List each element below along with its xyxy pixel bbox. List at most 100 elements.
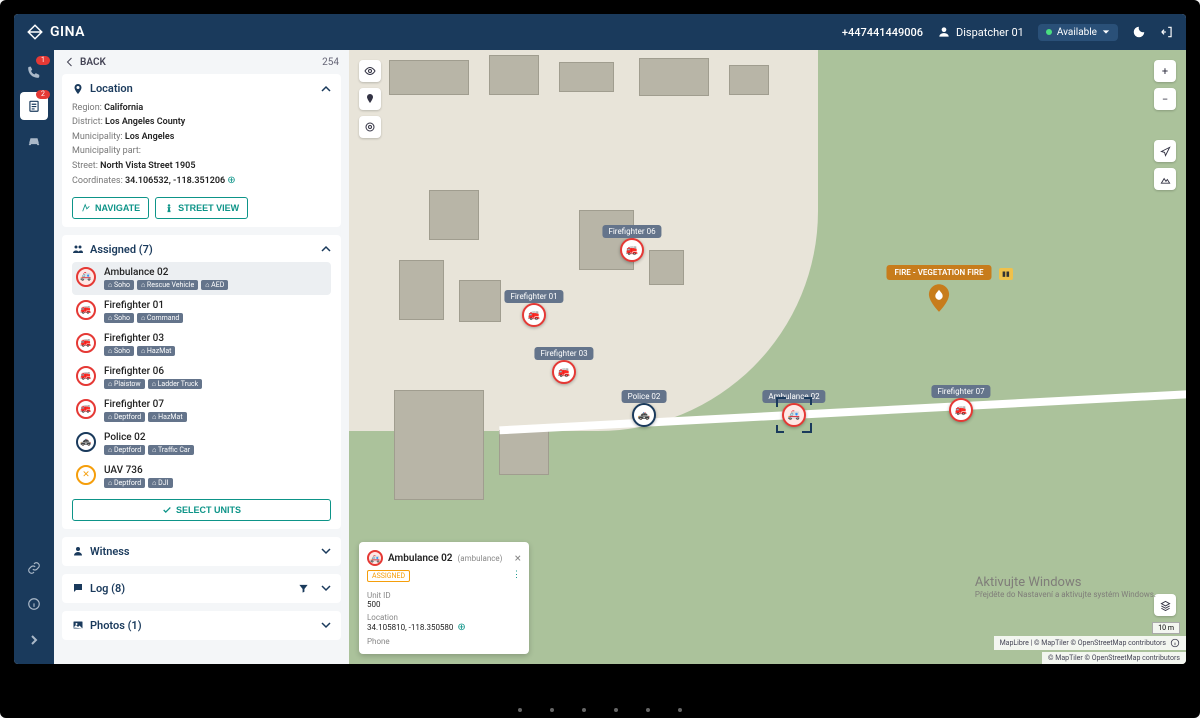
locate-icon bbox=[1160, 146, 1171, 157]
popup-title: Ambulance 02 bbox=[388, 553, 453, 564]
side-count: 254 bbox=[322, 57, 339, 68]
uav-icon: ✕ bbox=[76, 465, 96, 485]
photos-header[interactable]: Photos (1) bbox=[72, 619, 331, 632]
unit-name: Police 02 bbox=[104, 432, 327, 443]
terrain-button[interactable] bbox=[1154, 168, 1176, 190]
police-icon: 🚓 bbox=[76, 432, 96, 452]
fire-truck-icon: 🚒 bbox=[620, 238, 644, 262]
chat-icon bbox=[72, 582, 84, 594]
map-radar-button[interactable] bbox=[359, 116, 381, 138]
unit-tag: ⌂ Deptford bbox=[104, 445, 145, 455]
chevron-down-icon bbox=[321, 583, 331, 593]
app-name: GINA bbox=[50, 24, 85, 40]
marker-ambulance-02[interactable]: Ambulance 02 🚑 bbox=[782, 403, 806, 427]
side-panel: BACK 254 Location Region: California Dis… bbox=[54, 50, 349, 664]
topbar-phone: +447441449006 bbox=[842, 26, 923, 39]
location-section: Location Region: California District: Lo… bbox=[62, 74, 341, 227]
unit-row[interactable]: 🚓Police 02⌂ Deptford⌂ Traffic Car bbox=[72, 427, 331, 460]
nav-calls[interactable] bbox=[20, 58, 48, 86]
unit-name: Firefighter 03 bbox=[104, 333, 327, 344]
app-logo[interactable]: GINA bbox=[26, 23, 85, 41]
layers-icon bbox=[1160, 600, 1171, 611]
marker-police-02[interactable]: Police 02 🚓 bbox=[632, 403, 656, 427]
map[interactable]: + − Firefighter 01 🚒 Firefighter 03 🚒 Fi… bbox=[349, 50, 1186, 664]
popup-menu-button[interactable]: ⋮ bbox=[512, 570, 521, 580]
user-name: Dispatcher 01 bbox=[956, 26, 1024, 39]
marker-firefighter-07[interactable]: Firefighter 07 🚒 bbox=[949, 398, 973, 422]
map-pin-button[interactable] bbox=[359, 88, 381, 110]
target-icon[interactable]: ⊕ bbox=[227, 175, 235, 186]
arrow-left-icon bbox=[64, 56, 76, 68]
logo-icon bbox=[26, 23, 44, 41]
unit-row[interactable]: 🚒Firefighter 01⌂ Soho⌂ Command bbox=[72, 295, 331, 328]
nav-link[interactable] bbox=[20, 554, 48, 582]
streetview-button[interactable]: STREET VIEW bbox=[155, 197, 248, 219]
marker-firefighter-01[interactable]: Firefighter 01 🚒 bbox=[522, 303, 546, 327]
route-icon bbox=[81, 203, 91, 213]
mountain-icon bbox=[1160, 174, 1171, 185]
unit-row[interactable]: 🚒 Firefighter 06 ⌂ Plaistow⌂ Ladder Truck bbox=[72, 361, 331, 394]
image-icon bbox=[72, 619, 84, 631]
unit-tag: ⌂ Command bbox=[137, 313, 183, 323]
chevron-down-icon bbox=[321, 620, 331, 630]
witness-header[interactable]: Witness bbox=[72, 545, 331, 558]
marker-firefighter-03[interactable]: Firefighter 03 🚒 bbox=[552, 360, 576, 384]
location-header[interactable]: Location bbox=[72, 82, 331, 95]
info-icon bbox=[27, 597, 41, 611]
filter-icon[interactable] bbox=[298, 583, 309, 594]
unit-row[interactable]: 🚒Firefighter 07⌂ Deptford⌂ HazMat bbox=[72, 394, 331, 427]
popup-subtitle: (ambulance) bbox=[458, 554, 503, 563]
fire-truck-icon: 🚒 bbox=[552, 360, 576, 384]
app-screen: GINA +447441449006 Dispatcher 01 Availab… bbox=[14, 14, 1186, 664]
unit-tag: ⌂ Soho bbox=[104, 346, 134, 356]
layers-button[interactable] bbox=[1154, 594, 1176, 616]
unit-name: Firefighter 06 bbox=[104, 366, 327, 377]
map-scale: 10 m bbox=[1152, 622, 1180, 634]
group-icon bbox=[72, 243, 84, 255]
phone-icon bbox=[27, 65, 41, 79]
ambulance-icon: 🚑 bbox=[367, 550, 383, 566]
nav-expand[interactable] bbox=[20, 626, 48, 654]
assigned-section: Assigned (7) 🚑Ambulance 02⌂ Soho⌂ Rescue… bbox=[62, 235, 341, 529]
unit-tag: ⌂ Plaistow bbox=[104, 379, 145, 389]
photos-section: Photos (1) bbox=[62, 611, 341, 640]
unit-row[interactable]: 🚒Firefighter 03⌂ Soho⌂ HazMat bbox=[72, 328, 331, 361]
select-units-button[interactable]: SELECT UNITS bbox=[72, 499, 331, 521]
nav-rail bbox=[14, 50, 54, 664]
target-icon[interactable]: ⊕ bbox=[457, 622, 465, 633]
unit-tag: ⌂ Ladder Truck bbox=[148, 379, 202, 389]
unit-row[interactable]: ✕UAV 736⌂ Deptford⌂ DJI bbox=[72, 460, 331, 493]
fire-icon: 🚒 bbox=[76, 333, 96, 353]
unit-tag: ⌂ Deptford bbox=[104, 412, 145, 422]
chevron-down-icon bbox=[1102, 28, 1110, 36]
unit-tag: ⌂ Deptford bbox=[104, 478, 145, 488]
assigned-header[interactable]: Assigned (7) bbox=[72, 243, 331, 256]
log-header[interactable]: Log (8) bbox=[72, 582, 331, 595]
nav-board[interactable] bbox=[20, 92, 48, 120]
nav-vehicles[interactable] bbox=[20, 126, 48, 154]
popup-status: ASSIGNED bbox=[367, 570, 410, 582]
navigate-button[interactable]: NAVIGATE bbox=[72, 197, 149, 219]
dark-mode-icon[interactable] bbox=[1132, 25, 1146, 39]
incident-marker[interactable]: FIRE - VEGETATION FIRE ▮▮ bbox=[928, 284, 950, 312]
map-visibility-button[interactable] bbox=[359, 60, 381, 82]
user-section[interactable]: Dispatcher 01 bbox=[937, 25, 1024, 39]
info-icon[interactable] bbox=[1170, 638, 1180, 648]
unit-row[interactable]: 🚑Ambulance 02⌂ Soho⌂ Rescue Vehicle⌂ AED bbox=[72, 262, 331, 295]
logout-icon[interactable] bbox=[1160, 25, 1174, 39]
unit-name: UAV 736 bbox=[104, 465, 327, 476]
check-icon bbox=[162, 505, 172, 515]
incident-badge: ▮▮ bbox=[999, 268, 1013, 280]
popup-close-button[interactable]: × bbox=[515, 551, 521, 565]
os-watermark: Aktivujte Windows Přejděte do Nastavení … bbox=[975, 575, 1156, 599]
locate-button[interactable] bbox=[1154, 140, 1176, 162]
marker-firefighter-06[interactable]: Firefighter 06 🚒 bbox=[620, 238, 644, 262]
unit-tag: ⌂ Soho bbox=[104, 280, 134, 290]
zoom-out-button[interactable]: − bbox=[1154, 88, 1176, 110]
log-section: Log (8) bbox=[62, 574, 341, 603]
nav-info[interactable] bbox=[20, 590, 48, 618]
zoom-in-button[interactable]: + bbox=[1154, 60, 1176, 82]
status-selector[interactable]: Available bbox=[1038, 24, 1118, 41]
fire-icon: 🚒 bbox=[76, 366, 96, 386]
back-button[interactable]: BACK bbox=[64, 56, 106, 68]
